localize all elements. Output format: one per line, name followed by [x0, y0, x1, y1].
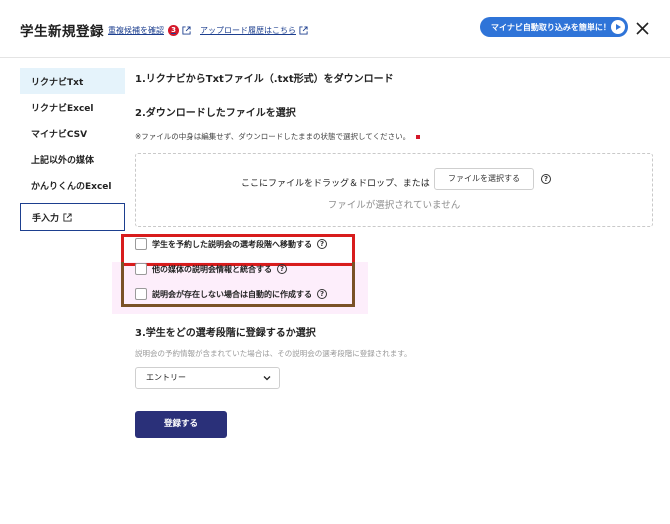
option-auto-create-seminar[interactable]: 説明会が存在しない場合は自動的に作成する ?	[135, 288, 327, 300]
sidebar-item-label: リクナビExcel	[31, 103, 94, 114]
step2-note: ※ファイルの中身は編集せず、ダウンロードしたままの状態で選択してください。	[135, 131, 421, 142]
sidebar-item-label: 手入力	[32, 213, 60, 224]
page-title: 学生新規登録	[20, 24, 104, 40]
file-status: ファイルが選択されていません	[327, 200, 461, 211]
step3-heading: 3.学生をどの選考段階に登録するか選択	[135, 328, 316, 339]
sidebar-item-label: かんりくんのExcel	[31, 181, 112, 192]
sidebar-item-kanrikun-excel[interactable]: かんりくんのExcel	[20, 172, 125, 198]
source-sidebar: リクナビTxt リクナビExcel マイナビCSV 上記以外の媒体 かんりくんの…	[20, 68, 125, 231]
duplicate-candidates-link[interactable]: 重複候補を確認 3	[108, 25, 191, 36]
upload-history-label: アップロード履歴はこちら	[200, 26, 296, 35]
play-icon	[611, 20, 625, 34]
help-icon[interactable]: ?	[317, 289, 327, 299]
sidebar-item-rikunabi-excel[interactable]: リクナビExcel	[20, 94, 125, 120]
sidebar-item-mynavi-csv[interactable]: マイナビCSV	[20, 120, 125, 146]
step2-note-text: ※ファイルの中身は編集せず、ダウンロードしたままの状態で選択してください。	[135, 132, 411, 141]
promo-label: マイナビ自動取り込みを簡単に！	[491, 22, 611, 32]
auto-import-promo-button[interactable]: マイナビ自動取り込みを簡単に！	[480, 17, 628, 37]
help-icon[interactable]: ?	[541, 174, 551, 184]
sidebar-item-label: 上記以外の媒体	[31, 155, 95, 166]
option-merge-other-media[interactable]: 他の媒体の説明会情報と統合する ?	[135, 263, 287, 275]
sidebar-item-rikunabi-txt[interactable]: リクナビTxt	[20, 68, 125, 94]
option-label: 他の媒体の説明会情報と統合する	[152, 264, 272, 274]
sidebar-item-label: リクナビTxt	[31, 77, 84, 88]
step2-heading: 2.ダウンロードしたファイルを選択	[135, 108, 296, 119]
option-label: 説明会が存在しない場合は自動的に作成する	[152, 289, 312, 299]
step3-note: 説明会の予約情報が含まれていた場合は、その説明会の選考段階に登録されます。	[135, 349, 412, 358]
register-button[interactable]: 登録する	[135, 411, 227, 438]
select-file-button[interactable]: ファイルを選択する	[434, 168, 534, 190]
help-icon[interactable]: ?	[277, 264, 287, 274]
checkbox[interactable]	[135, 288, 147, 300]
stage-select[interactable]: エントリー	[135, 367, 280, 389]
option-label: 学生を予約した説明会の選考段階へ移動する	[152, 239, 312, 249]
checkbox[interactable]	[135, 238, 147, 250]
header-divider	[0, 57, 670, 58]
duplicate-candidates-label: 重複候補を確認	[108, 26, 164, 35]
option-move-to-seminar-stage[interactable]: 学生を予約した説明会の選考段階へ移動する ?	[135, 238, 327, 250]
sidebar-item-label: マイナビCSV	[31, 129, 88, 140]
step1-heading: 1.リクナビからTxtファイル（.txt形式）をダウンロード	[135, 74, 394, 85]
required-marker-icon	[416, 134, 421, 139]
modal-header: 学生新規登録 重複候補を確認 3 アップロード履歴はこちら マイナビ自動取り込み…	[0, 0, 670, 58]
count-badge: 3	[168, 25, 179, 36]
chevron-down-icon	[263, 376, 271, 381]
help-icon[interactable]: ?	[317, 239, 327, 249]
dropzone-prompt: ここにファイルをドラッグ＆ドロップ、または	[241, 179, 430, 189]
sidebar-item-manual-input[interactable]: 手入力	[20, 203, 125, 231]
sidebar-item-other-media[interactable]: 上記以外の媒体	[20, 146, 125, 172]
stage-select-value: エントリー	[146, 373, 186, 382]
external-link-icon	[299, 26, 308, 35]
close-icon[interactable]	[636, 22, 649, 35]
external-link-icon	[63, 212, 72, 222]
file-dropzone[interactable]: ここにファイルをドラッグ＆ドロップ、または ファイルを選択する ? ファイルが選…	[135, 153, 653, 227]
upload-history-link[interactable]: アップロード履歴はこちら	[200, 25, 308, 36]
checkbox[interactable]	[135, 263, 147, 275]
external-link-icon	[182, 26, 191, 35]
